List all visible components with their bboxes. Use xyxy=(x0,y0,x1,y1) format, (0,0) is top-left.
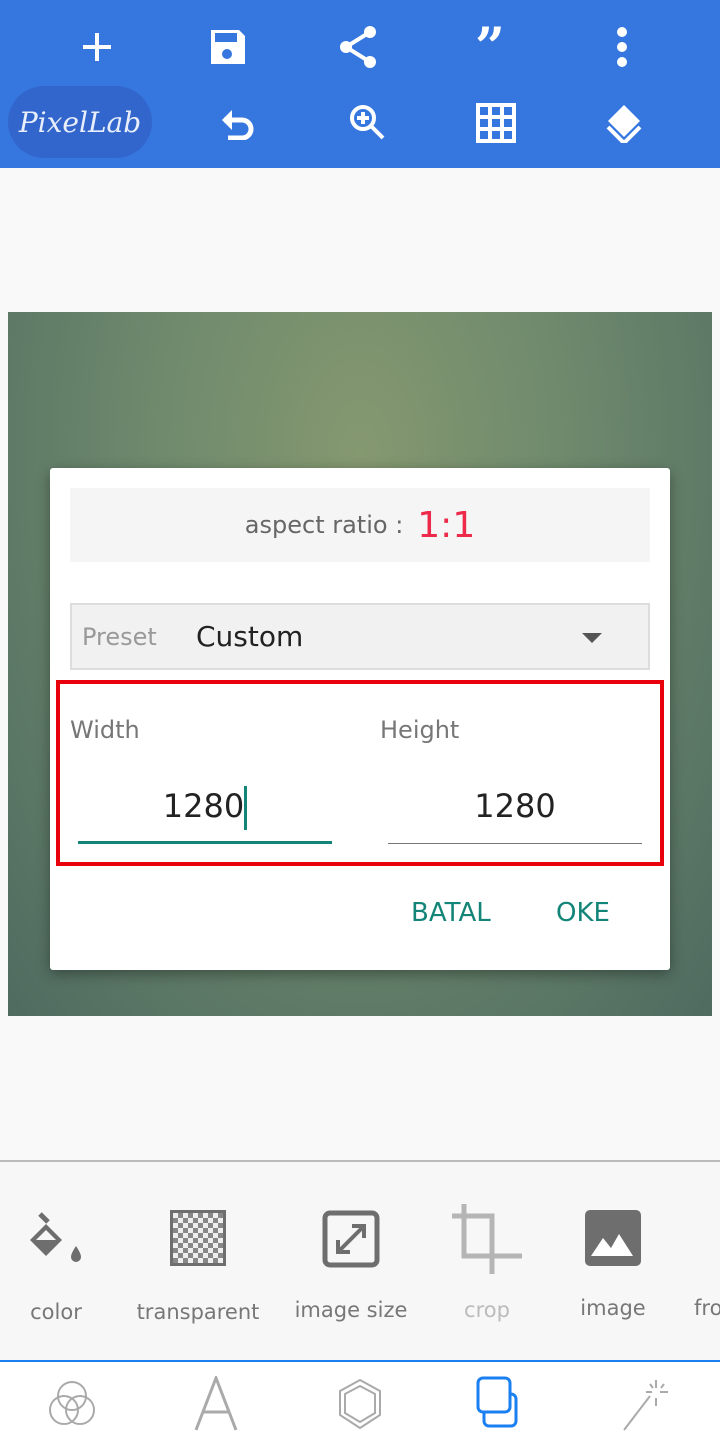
pixellab-logo[interactable]: PixelLab xyxy=(8,86,152,158)
preset-value: Custom xyxy=(196,620,304,653)
more-vert-icon[interactable] xyxy=(592,17,652,77)
background-icon[interactable] xyxy=(474,1376,534,1432)
add-icon[interactable] xyxy=(67,17,127,77)
quote-icon[interactable]: ” xyxy=(460,17,520,78)
tool-image-size[interactable]: image size xyxy=(286,1210,416,1322)
layers-icon[interactable] xyxy=(594,95,654,151)
text-icon[interactable] xyxy=(186,1376,246,1432)
zoom-in-icon[interactable] xyxy=(338,95,398,151)
tool-label: color xyxy=(30,1300,82,1324)
blend-icon[interactable] xyxy=(42,1376,102,1432)
image-icon xyxy=(585,1210,641,1266)
height-value: 1280 xyxy=(474,787,556,825)
aspect-ratio-label: aspect ratio : xyxy=(244,511,404,539)
image-size-dialog: aspect ratio : 1:1 Preset Custom Width H… xyxy=(50,468,670,970)
bottom-nav xyxy=(0,1360,720,1440)
aspect-ratio-value: 1:1 xyxy=(417,504,476,546)
tools-panel: color transparent image size crop image … xyxy=(0,1160,720,1360)
width-input[interactable]: 1280 xyxy=(78,778,332,844)
paint-bucket-icon xyxy=(30,1212,81,1262)
aspect-ratio-display: aspect ratio : 1:1 xyxy=(70,488,650,562)
tool-color[interactable]: color xyxy=(0,1210,121,1324)
resize-icon xyxy=(322,1210,380,1268)
save-icon[interactable] xyxy=(198,17,258,77)
height-input[interactable]: 1280 xyxy=(388,778,642,844)
tool-label: transparent xyxy=(136,1300,260,1324)
tool-image[interactable]: image xyxy=(548,1210,678,1320)
width-value: 1280 xyxy=(162,787,245,825)
width-label: Width xyxy=(70,716,140,744)
text-cursor xyxy=(244,786,248,830)
grid-icon[interactable] xyxy=(466,95,526,151)
tool-transparent[interactable]: transparent xyxy=(133,1210,263,1324)
preset-dropdown[interactable]: Preset Custom xyxy=(70,603,650,670)
tool-frame[interactable]: fro xyxy=(694,1210,720,1320)
shape-icon[interactable] xyxy=(330,1376,390,1432)
checkerboard-icon xyxy=(170,1210,226,1266)
tool-crop[interactable]: crop xyxy=(422,1204,552,1322)
tool-label: crop xyxy=(464,1298,510,1322)
effects-icon[interactable] xyxy=(618,1376,678,1432)
undo-icon[interactable] xyxy=(208,95,268,151)
crop-icon xyxy=(452,1204,522,1274)
preset-label: Preset xyxy=(82,622,157,651)
tool-label: image size xyxy=(294,1298,408,1322)
cancel-button[interactable]: BATAL xyxy=(411,898,491,928)
height-label: Height xyxy=(380,716,460,744)
share-icon[interactable] xyxy=(328,17,388,77)
dropdown-arrow-icon xyxy=(582,633,602,643)
tool-label: fro xyxy=(694,1296,720,1320)
tool-label: image xyxy=(580,1296,646,1320)
ok-button[interactable]: OKE xyxy=(556,898,610,928)
top-toolbar: ” PixelLab xyxy=(0,0,720,168)
